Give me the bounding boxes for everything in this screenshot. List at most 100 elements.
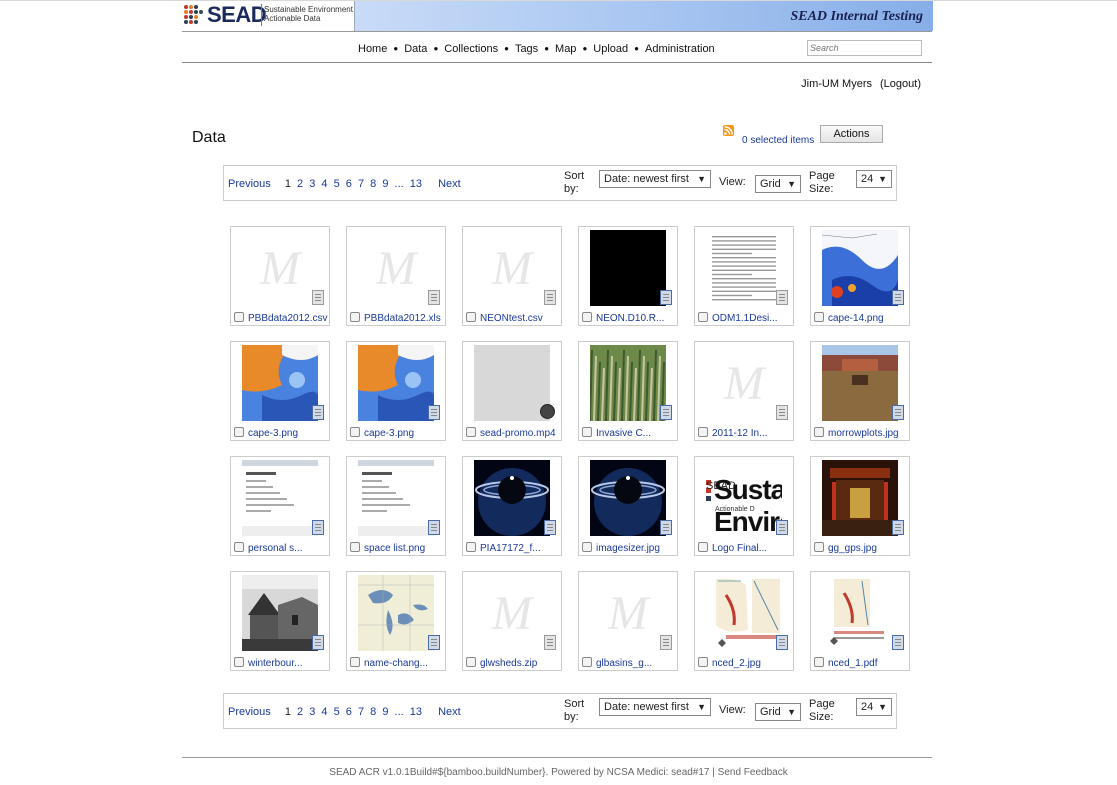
select-checkbox[interactable] <box>582 312 592 322</box>
sort-select[interactable]: Date: newest first ▼ <box>599 698 711 716</box>
pager-page[interactable]: 4 <box>321 178 327 190</box>
logout-link[interactable]: (Logout) <box>880 78 921 90</box>
nav-map[interactable]: Map <box>555 43 576 55</box>
select-checkbox[interactable] <box>814 542 824 552</box>
select-checkbox[interactable] <box>466 312 476 322</box>
pager-page[interactable]: 2 <box>297 178 303 190</box>
pager-page[interactable]: 6 <box>346 178 352 190</box>
file-name-link[interactable]: nced_1.pdf <box>828 658 878 669</box>
pager-page[interactable]: 2 <box>297 706 303 718</box>
file-name-link[interactable]: name-chang... <box>364 658 428 669</box>
pager-page[interactable]: 3 <box>309 706 315 718</box>
select-checkbox[interactable] <box>350 427 360 437</box>
select-checkbox[interactable] <box>698 657 708 667</box>
file-name-link[interactable]: cape-14.png <box>828 313 884 324</box>
select-checkbox[interactable] <box>234 542 244 552</box>
file-name-link[interactable]: NEON.D10.R... <box>596 313 664 324</box>
select-checkbox[interactable] <box>234 427 244 437</box>
file-name-link[interactable]: sead-promo.mp4 <box>480 428 556 439</box>
thumbnail[interactable]: M <box>590 575 666 651</box>
sort-select[interactable]: Date: newest first ▼ <box>599 170 711 188</box>
thumbnail[interactable] <box>358 460 434 536</box>
file-name-link[interactable]: personal s... <box>248 543 302 554</box>
pager-next[interactable]: Next <box>438 178 461 190</box>
file-name-link[interactable]: PBBdata2012.csv <box>248 313 328 324</box>
select-checkbox[interactable] <box>466 657 476 667</box>
file-name-link[interactable]: PIA17172_f... <box>480 543 541 554</box>
file-name-link[interactable]: PBBdata2012.xls <box>364 313 441 324</box>
nav-administration[interactable]: Administration <box>645 43 715 55</box>
pager-previous[interactable]: Previous <box>228 706 271 718</box>
pager-page[interactable]: 3 <box>309 178 315 190</box>
thumbnail[interactable] <box>358 575 434 651</box>
pager-page[interactable]: 5 <box>334 178 340 190</box>
pager-page[interactable]: 8 <box>370 706 376 718</box>
select-checkbox[interactable] <box>698 542 708 552</box>
nav-home[interactable]: Home <box>358 43 387 55</box>
pager-page[interactable]: 5 <box>334 706 340 718</box>
select-checkbox[interactable] <box>814 657 824 667</box>
pager-previous[interactable]: Previous <box>228 178 271 190</box>
view-select[interactable]: Grid ▼ <box>755 175 801 193</box>
thumbnail[interactable] <box>822 575 898 651</box>
thumbnail[interactable] <box>706 575 782 651</box>
select-checkbox[interactable] <box>350 657 360 667</box>
page-size-select[interactable]: 24 ▼ <box>856 170 892 188</box>
pager-last-page[interactable]: 13 <box>410 178 422 190</box>
user-name[interactable]: Jim-UM Myers <box>801 78 872 90</box>
select-checkbox[interactable] <box>698 427 708 437</box>
file-name-link[interactable]: 2011-12 In... <box>712 428 767 439</box>
nav-data[interactable]: Data <box>404 43 427 55</box>
pager-page[interactable]: 9 <box>382 178 388 190</box>
sead-logo[interactable]: SEAD Sustainable Environment Actionable … <box>182 1 354 31</box>
select-checkbox[interactable] <box>582 657 592 667</box>
nav-upload[interactable]: Upload <box>593 43 628 55</box>
file-name-link[interactable]: cape-3.png <box>364 428 414 439</box>
file-name-link[interactable]: NEONtest.csv <box>480 313 543 324</box>
thumbnail[interactable] <box>590 230 666 306</box>
thumbnail[interactable]: M <box>474 575 550 651</box>
select-checkbox[interactable] <box>698 312 708 322</box>
pager-page[interactable]: 7 <box>358 706 364 718</box>
select-checkbox[interactable] <box>582 427 592 437</box>
thumbnail[interactable] <box>474 460 550 536</box>
thumbnail[interactable] <box>590 460 666 536</box>
thumbnail[interactable] <box>590 345 666 421</box>
pager-next[interactable]: Next <box>438 706 461 718</box>
file-name-link[interactable]: Logo Final... <box>712 543 767 554</box>
view-select[interactable]: Grid ▼ <box>755 703 801 721</box>
thumbnail[interactable] <box>242 575 318 651</box>
pager-page[interactable]: 4 <box>321 706 327 718</box>
send-feedback-link[interactable]: Send Feedback <box>718 767 788 778</box>
file-name-link[interactable]: ODM1.1Desi... <box>712 313 778 324</box>
page-size-select[interactable]: 24 ▼ <box>856 698 892 716</box>
nav-collections[interactable]: Collections <box>444 43 498 55</box>
nav-tags[interactable]: Tags <box>515 43 538 55</box>
actions-button[interactable]: Actions <box>820 125 883 143</box>
thumbnail[interactable] <box>706 230 782 306</box>
thumbnail[interactable]: M <box>242 230 318 306</box>
file-name-link[interactable]: gg_gps.jpg <box>828 543 877 554</box>
file-name-link[interactable]: Invasive C... <box>596 428 651 439</box>
pager-page[interactable]: 6 <box>346 706 352 718</box>
file-name-link[interactable]: space list.png <box>364 543 425 554</box>
search-input[interactable] <box>807 40 922 56</box>
file-name-link[interactable]: glwsheds.zip <box>480 658 537 669</box>
thumbnail[interactable]: SEADSustainable EnvironmActionable D <box>706 460 782 536</box>
rss-icon[interactable] <box>723 125 734 136</box>
file-name-link[interactable]: glbasins_g... <box>596 658 652 669</box>
file-name-link[interactable]: imagesizer.jpg <box>596 543 660 554</box>
thumbnail[interactable] <box>358 345 434 421</box>
file-name-link[interactable]: winterbour... <box>248 658 302 669</box>
thumbnail[interactable] <box>822 345 898 421</box>
file-name-link[interactable]: nced_2.jpg <box>712 658 761 669</box>
select-checkbox[interactable] <box>814 427 824 437</box>
thumbnail[interactable]: M <box>474 230 550 306</box>
thumbnail[interactable] <box>242 345 318 421</box>
thumbnail[interactable] <box>822 460 898 536</box>
select-checkbox[interactable] <box>234 312 244 322</box>
select-checkbox[interactable] <box>582 542 592 552</box>
select-checkbox[interactable] <box>350 312 360 322</box>
thumbnail[interactable]: M <box>358 230 434 306</box>
select-checkbox[interactable] <box>350 542 360 552</box>
